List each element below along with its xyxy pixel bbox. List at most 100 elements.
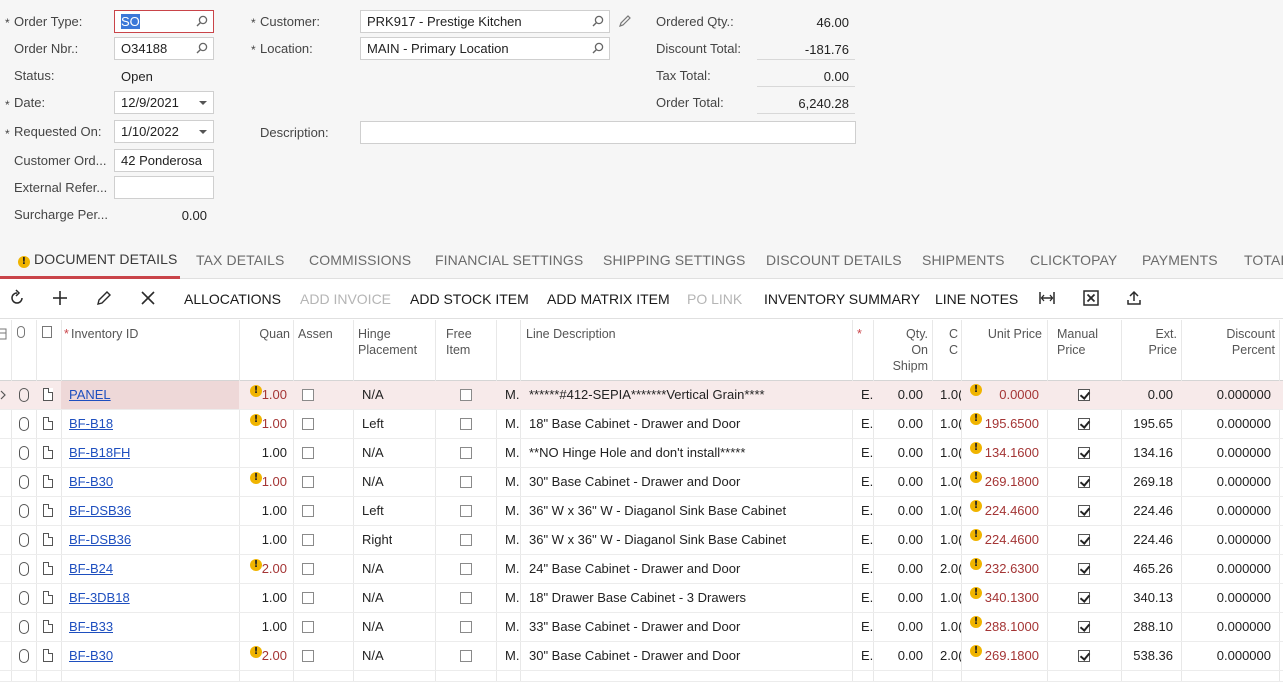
- col-unit-price[interactable]: Unit Price: [962, 326, 1042, 342]
- quantity-cell[interactable]: 2.00: [242, 648, 287, 663]
- inventory-id-link[interactable]: BF-B18: [69, 416, 113, 431]
- line-description-cell[interactable]: 36" W x 36" W - Diaganol Sink Base Cabin…: [529, 532, 849, 547]
- inventory-id-link[interactable]: BF-B18FH: [69, 445, 130, 460]
- line-description-cell[interactable]: **NO Hinge Hole and don't install*****: [529, 445, 849, 460]
- m-cell[interactable]: M.: [505, 561, 519, 576]
- manual-price-checkbox[interactable]: [1078, 534, 1090, 546]
- inventory-id-link[interactable]: BF-B24: [69, 561, 113, 576]
- tab-discount-details[interactable]: DISCOUNT DETAILS: [766, 252, 902, 268]
- free-item-checkbox[interactable]: [460, 389, 472, 401]
- note-icon[interactable]: [43, 504, 53, 517]
- chevron-down-icon[interactable]: [199, 101, 207, 105]
- table-row[interactable]: BF-B30! 2.00 N/A M. 30" Base Cabinet - Drawe…: [0, 642, 1283, 671]
- unit-price-cell[interactable]: 195.6500: [962, 416, 1039, 431]
- tab-document-details[interactable]: ! DOCUMENT DETAILS: [18, 251, 177, 268]
- inventory-id-link[interactable]: BF-B33: [69, 619, 113, 634]
- customer-ord-input[interactable]: 42 Ponderosa: [114, 149, 214, 172]
- free-item-checkbox[interactable]: [460, 621, 472, 633]
- note-icon[interactable]: [43, 649, 53, 662]
- quantity-cell[interactable]: 1.00: [242, 474, 287, 489]
- manual-price-checkbox[interactable]: [1078, 447, 1090, 459]
- e-cell[interactable]: E.: [861, 648, 873, 663]
- location-input[interactable]: MAIN - Primary Location: [360, 37, 610, 60]
- manual-price-checkbox[interactable]: [1078, 650, 1090, 662]
- discount-percent-cell[interactable]: 0.000000: [1185, 532, 1271, 547]
- search-icon[interactable]: [196, 42, 208, 54]
- e-cell[interactable]: E.: [861, 416, 873, 431]
- quantity-cell[interactable]: 1.00: [242, 619, 287, 634]
- tab-shipping-settings[interactable]: SHIPPING SETTINGS: [603, 252, 746, 268]
- e-cell[interactable]: E.: [861, 445, 873, 460]
- customer-input[interactable]: PRK917 - Prestige Kitchen: [360, 10, 610, 33]
- discount-percent-cell[interactable]: 0.000000: [1185, 648, 1271, 663]
- discount-percent-cell[interactable]: 0.000000: [1185, 561, 1271, 576]
- refresh-icon[interactable]: [7, 288, 27, 308]
- hinge-placement-cell[interactable]: N/A: [362, 590, 384, 605]
- discount-percent-cell[interactable]: 0.000000: [1185, 503, 1271, 518]
- search-icon[interactable]: [592, 42, 604, 54]
- attachment-icon[interactable]: [19, 446, 29, 460]
- e-cell[interactable]: E.: [861, 590, 873, 605]
- col-manual-price[interactable]: Manual Price: [1057, 326, 1117, 358]
- quantity-cell[interactable]: 1.00: [242, 445, 287, 460]
- manual-price-checkbox[interactable]: [1078, 592, 1090, 604]
- export-excel-icon[interactable]: [1081, 288, 1101, 308]
- table-row[interactable]: BF-B30! 1.00 N/A M. 30" Base Cabinet - Drawe…: [0, 468, 1283, 497]
- table-row[interactable]: PANEL! 1.00 N/A M. ******#412-SEPIA*******Ve…: [0, 381, 1283, 410]
- table-row[interactable]: BF-3DB18 1.00 N/A M. 18" Drawer Base Cabinet…: [0, 584, 1283, 613]
- description-input[interactable]: [360, 121, 856, 144]
- col-inventory-id[interactable]: Inventory ID: [71, 326, 138, 342]
- hinge-placement-cell[interactable]: Left: [362, 503, 384, 518]
- manual-price-checkbox[interactable]: [1078, 418, 1090, 430]
- assembly-checkbox[interactable]: [302, 650, 314, 662]
- tab-clicktopay[interactable]: CLICKTOPAY: [1030, 252, 1117, 268]
- edit-icon[interactable]: [94, 288, 114, 308]
- manual-price-checkbox[interactable]: [1078, 563, 1090, 575]
- discount-percent-cell[interactable]: 0.000000: [1185, 416, 1271, 431]
- external-ref-input[interactable]: [114, 176, 214, 199]
- hinge-placement-cell[interactable]: Left: [362, 416, 384, 431]
- m-cell[interactable]: M.: [505, 416, 519, 431]
- add-stock-item-button[interactable]: ADD STOCK ITEM: [410, 291, 529, 307]
- assembly-checkbox[interactable]: [302, 534, 314, 546]
- free-item-checkbox[interactable]: [460, 592, 472, 604]
- attachment-icon[interactable]: [19, 533, 29, 547]
- col-ext-price[interactable]: Ext. Price: [1124, 326, 1177, 358]
- attachment-icon[interactable]: [19, 562, 29, 576]
- line-description-cell[interactable]: ******#412-SEPIA*******Vertical Grain***…: [529, 387, 849, 402]
- attachment-icon[interactable]: [19, 620, 29, 634]
- tab-shipments[interactable]: SHIPMENTS: [922, 252, 1005, 268]
- search-icon[interactable]: [592, 15, 604, 27]
- inventory-id-link[interactable]: BF-DSB36: [69, 503, 131, 518]
- note-icon[interactable]: [43, 591, 53, 604]
- m-cell[interactable]: M.: [505, 590, 519, 605]
- m-cell[interactable]: M.: [505, 648, 519, 663]
- col-discount-percent[interactable]: Discount Percent: [1185, 326, 1275, 358]
- row-settings-icon[interactable]: [0, 328, 7, 340]
- assembly-checkbox[interactable]: [302, 447, 314, 459]
- m-cell[interactable]: M.: [505, 619, 519, 634]
- search-icon[interactable]: [196, 15, 208, 27]
- hinge-placement-cell[interactable]: N/A: [362, 474, 384, 489]
- discount-percent-cell[interactable]: 0.000000: [1185, 619, 1271, 634]
- e-cell[interactable]: E.: [861, 474, 873, 489]
- tab-commissions[interactable]: COMMISSIONS: [309, 252, 411, 268]
- assembly-checkbox[interactable]: [302, 592, 314, 604]
- unit-price-cell[interactable]: 288.1000: [962, 619, 1039, 634]
- pencil-icon[interactable]: [618, 14, 632, 28]
- tab-financial-settings[interactable]: FINANCIAL SETTINGS: [435, 252, 583, 268]
- m-cell[interactable]: M.: [505, 503, 519, 518]
- table-row[interactable]: BF-B33 1.00 N/A M. 33" Base Cabinet - Drawer…: [0, 613, 1283, 642]
- attachment-icon[interactable]: [19, 649, 29, 663]
- col-assembly[interactable]: Assen: [298, 326, 336, 342]
- unit-price-cell[interactable]: 134.1600: [962, 445, 1039, 460]
- unit-price-cell[interactable]: 232.6300: [962, 561, 1039, 576]
- assembly-checkbox[interactable]: [302, 505, 314, 517]
- tab-payments[interactable]: PAYMENTS: [1142, 252, 1218, 268]
- fit-columns-icon[interactable]: [1037, 288, 1057, 308]
- hinge-placement-cell[interactable]: N/A: [362, 561, 384, 576]
- unit-price-cell[interactable]: 269.1800: [962, 474, 1039, 489]
- col-quantity[interactable]: Quan: [242, 326, 290, 342]
- po-link-button[interactable]: PO LINK: [687, 291, 742, 307]
- note-icon[interactable]: [43, 388, 53, 401]
